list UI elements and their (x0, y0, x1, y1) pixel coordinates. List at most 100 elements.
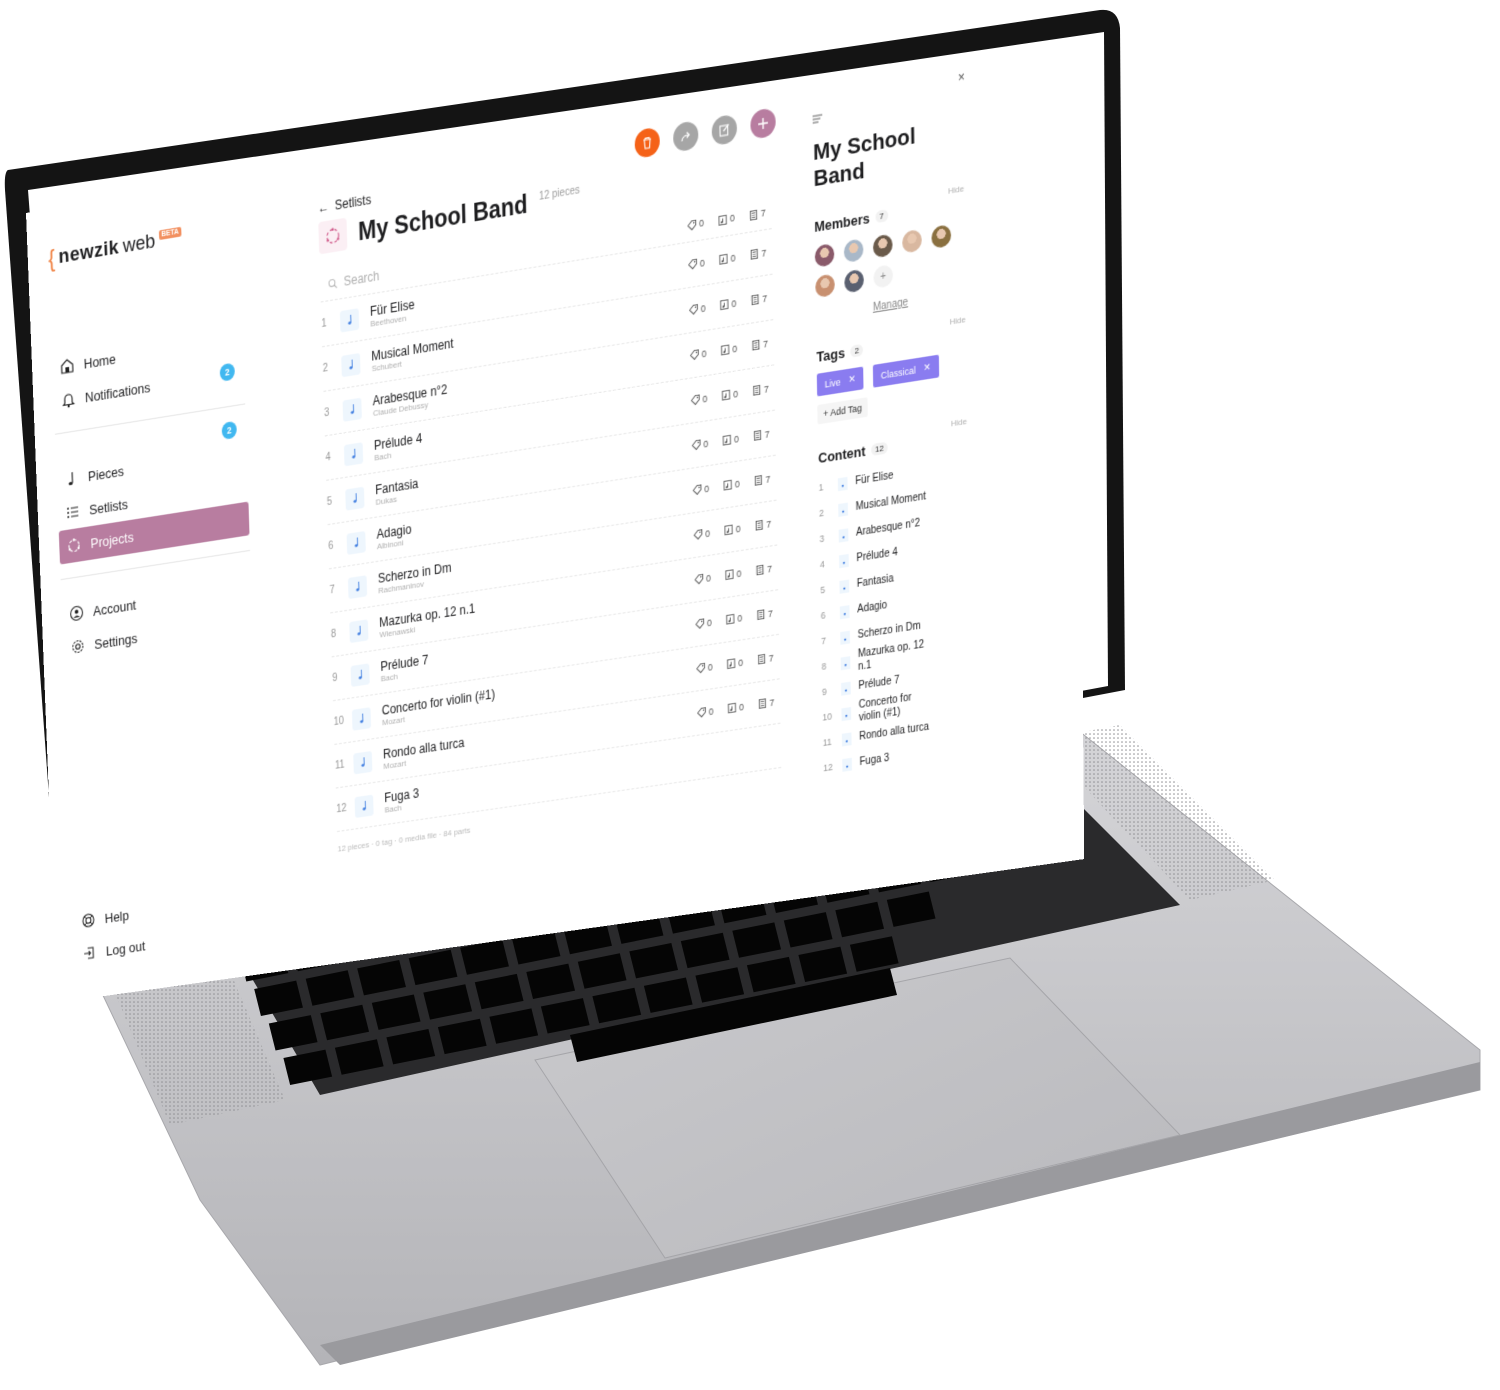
share-arrow-icon (679, 128, 693, 145)
piece-stats: 0 0 7 (694, 562, 778, 586)
search-icon (328, 277, 339, 290)
keyboard-key (886, 891, 936, 927)
tag-icon (692, 483, 703, 496)
media-file-icon (718, 252, 729, 266)
keyboard-key (592, 987, 642, 1024)
piece-parts-count: 7 (751, 383, 769, 398)
music-note-icon (339, 307, 360, 333)
member-avatar[interactable] (872, 233, 893, 259)
piece-number: 10 (333, 715, 345, 729)
tag-icon (691, 438, 702, 451)
music-note-icon (841, 681, 851, 696)
piece-tag-count: 0 (692, 482, 709, 496)
piece-number: 9 (332, 672, 338, 685)
piece-number: 8 (330, 628, 337, 641)
tag-chip[interactable]: Live ✕ (816, 366, 864, 397)
content-number: 6 (820, 609, 826, 622)
member-avatars: + (814, 222, 962, 299)
music-note-icon (353, 750, 373, 774)
music-note-icon (349, 618, 369, 643)
content-number: 8 (821, 660, 827, 673)
parts-icon (755, 608, 766, 621)
piece-count: 12 pieces (538, 183, 580, 203)
keyboard-key (643, 977, 693, 1013)
content-number: 3 (819, 533, 825, 545)
sidebar: { newzik web BETA Home Notifications 2 P… (26, 174, 284, 1003)
piece-media-count: 0 (725, 612, 742, 626)
music-note-icon (841, 707, 852, 722)
piece-number: 6 (328, 540, 334, 553)
tags-section: Hide Tags 2 Live ✕ Classical ✕ + Add Tag (816, 314, 966, 425)
nav-group-primary: Home Notifications 2 (51, 314, 246, 435)
menu-icon[interactable] (812, 108, 822, 129)
parts-icon (757, 697, 768, 710)
content-number: 4 (819, 558, 825, 571)
share-button[interactable] (672, 120, 699, 153)
logo-wordmark-bold: newzik (58, 236, 120, 269)
music-note-icon (840, 656, 851, 671)
media-file-icon (720, 343, 731, 357)
close-panel-button[interactable]: × (958, 69, 965, 86)
piece-stats: 0 0 7 (694, 606, 778, 630)
add-member-button[interactable]: + (873, 264, 894, 289)
tag-icon (689, 348, 700, 362)
parts-icon (751, 384, 762, 397)
member-avatar[interactable] (815, 273, 835, 299)
media-count-total: 0 (717, 212, 735, 227)
music-note-icon (842, 757, 852, 772)
piece-stats: 0 0 7 (688, 291, 773, 316)
keyboard-key (320, 1004, 370, 1041)
keyboard-key (680, 932, 730, 969)
music-note-icon (341, 352, 361, 377)
remove-tag-icon[interactable]: ✕ (848, 373, 855, 386)
add-button[interactable] (750, 107, 776, 140)
member-avatar[interactable] (814, 242, 835, 268)
keyboard-key (474, 973, 524, 1010)
content-number: 5 (820, 584, 826, 596)
lifebuoy-icon (81, 911, 96, 929)
piece-media-count: 0 (719, 297, 737, 312)
member-avatar[interactable] (843, 238, 864, 264)
nav-group-library: Pieces 2 Setlists Projects (55, 415, 251, 581)
newzik-logo[interactable]: { newzik web BETA (47, 216, 240, 273)
logout-icon (82, 944, 97, 962)
music-note-icon (343, 441, 364, 466)
keyboard-key (334, 1039, 384, 1075)
media-file-icon (722, 478, 733, 491)
tag-chip[interactable]: Classical ✕ (872, 354, 939, 388)
back-link-label: Setlists (334, 191, 372, 214)
sidebar-item-label: Log out (105, 937, 146, 959)
music-note-icon (354, 794, 374, 818)
piece-tag-count: 0 (691, 437, 708, 451)
edit-button[interactable] (711, 113, 738, 147)
member-avatar[interactable] (844, 268, 864, 294)
media-file-icon (723, 523, 734, 536)
piece-media-count: 0 (721, 387, 739, 402)
tag-icon (693, 528, 704, 541)
tag-icon (696, 706, 707, 719)
piece-number: 7 (329, 584, 335, 597)
delete-button[interactable] (634, 126, 661, 159)
trash-icon (640, 134, 654, 151)
piece-stats: 0 0 7 (695, 651, 779, 675)
logo-brace: { (47, 244, 56, 273)
media-file-icon (724, 568, 735, 581)
sidebar-item-label: Settings (94, 629, 138, 652)
content-heading: Content (818, 442, 866, 467)
piece-media-count: 0 (723, 522, 741, 536)
member-avatar[interactable] (902, 228, 922, 254)
content-list: 1 Für Elise 2 Musical Moment 3 Arabesque n… (818, 452, 971, 781)
keyboard-key (732, 922, 782, 958)
piece-tag-count: 0 (696, 705, 714, 719)
member-avatar[interactable] (931, 224, 952, 250)
piece-tag-count: 0 (688, 302, 706, 317)
nav-group-bottom: Help Log out (73, 879, 263, 971)
music-note-icon (841, 732, 852, 747)
music-note-icon (839, 579, 850, 594)
piece-parts-count: 7 (754, 518, 771, 532)
tag-icon (695, 662, 706, 675)
add-tag-button[interactable]: + Add Tag (817, 397, 868, 425)
pieces-count-badge: 2 (221, 420, 237, 440)
content-number: 10 (822, 710, 833, 723)
remove-tag-icon[interactable]: ✕ (923, 361, 930, 374)
